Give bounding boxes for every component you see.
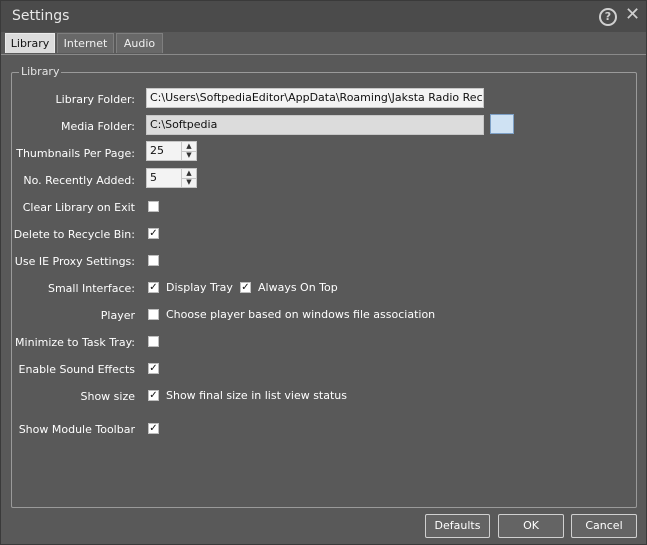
clear-library-checkbox[interactable] bbox=[148, 201, 159, 212]
library-folder-input[interactable]: C:\Users\SoftpediaEditor\AppData\Roaming… bbox=[146, 88, 484, 108]
show-size-label: Show size bbox=[80, 390, 135, 403]
player-label: Player bbox=[100, 309, 135, 322]
thumbnails-per-page-stepper[interactable]: 25 ▲ ▼ bbox=[146, 141, 197, 161]
chevron-down-icon[interactable]: ▼ bbox=[182, 178, 196, 187]
settings-window: Settings ? ✕ Library Internet Audio Libr… bbox=[0, 0, 647, 545]
media-folder-input[interactable]: C:\Softpedia bbox=[146, 115, 484, 135]
always-on-top-checkbox[interactable]: ✓ bbox=[240, 282, 251, 293]
minimize-tray-label: Minimize to Task Tray: bbox=[15, 336, 135, 349]
stepper-buttons: ▲ ▼ bbox=[181, 142, 196, 160]
player-option-label: Choose player based on windows file asso… bbox=[166, 308, 436, 321]
module-toolbar-checkbox[interactable]: ✓ bbox=[148, 423, 159, 434]
sound-effects-label: Enable Sound Effects bbox=[18, 363, 136, 376]
defaults-button[interactable]: Defaults bbox=[425, 514, 490, 538]
clear-library-label: Clear Library on Exit bbox=[22, 201, 135, 214]
thumbnails-per-page-label: Thumbnails Per Page: bbox=[16, 147, 135, 160]
player-checkbox[interactable] bbox=[148, 309, 159, 320]
cancel-button[interactable]: Cancel bbox=[571, 514, 637, 538]
folder-browse-icon[interactable] bbox=[490, 114, 514, 134]
ie-proxy-label: Use IE Proxy Settings: bbox=[14, 255, 135, 268]
window-title: Settings bbox=[12, 8, 70, 24]
ok-button[interactable]: OK bbox=[498, 514, 564, 538]
display-tray-checkbox[interactable]: ✓ bbox=[148, 282, 159, 293]
tab-library[interactable]: Library bbox=[5, 33, 55, 53]
thumbnails-per-page-value[interactable]: 25 bbox=[150, 144, 164, 157]
show-size-option-label: Show final size in list view status bbox=[166, 389, 348, 402]
display-tray-label: Display Tray bbox=[166, 281, 233, 294]
delete-recycle-label: Delete to Recycle Bin: bbox=[13, 228, 135, 241]
show-size-checkbox[interactable]: ✓ bbox=[148, 390, 159, 401]
recently-added-label: No. Recently Added: bbox=[23, 174, 135, 187]
module-toolbar-label: Show Module Toolbar bbox=[18, 423, 135, 436]
stepper-buttons: ▲ ▼ bbox=[181, 169, 196, 187]
small-interface-label: Small Interface: bbox=[47, 282, 135, 295]
library-folder-label: Library Folder: bbox=[55, 93, 135, 106]
ie-proxy-checkbox[interactable] bbox=[148, 255, 159, 266]
recently-added-stepper[interactable]: 5 ▲ ▼ bbox=[146, 168, 197, 188]
title-bar: Settings ? ✕ bbox=[1, 1, 646, 32]
tab-internet[interactable]: Internet bbox=[57, 33, 114, 53]
minimize-tray-checkbox[interactable] bbox=[148, 336, 159, 347]
tab-bar: Library Internet Audio bbox=[1, 32, 646, 55]
close-icon[interactable]: ✕ bbox=[625, 6, 640, 24]
help-icon[interactable]: ? bbox=[599, 8, 617, 26]
always-on-top-label: Always On Top bbox=[258, 281, 338, 294]
sound-effects-checkbox[interactable]: ✓ bbox=[148, 363, 159, 374]
tab-audio[interactable]: Audio bbox=[116, 33, 163, 53]
chevron-down-icon[interactable]: ▼ bbox=[182, 151, 196, 160]
media-folder-label: Media Folder: bbox=[60, 120, 135, 133]
recently-added-value[interactable]: 5 bbox=[150, 171, 157, 184]
library-group-legend: Library bbox=[19, 65, 62, 78]
delete-recycle-checkbox[interactable]: ✓ bbox=[148, 228, 159, 239]
